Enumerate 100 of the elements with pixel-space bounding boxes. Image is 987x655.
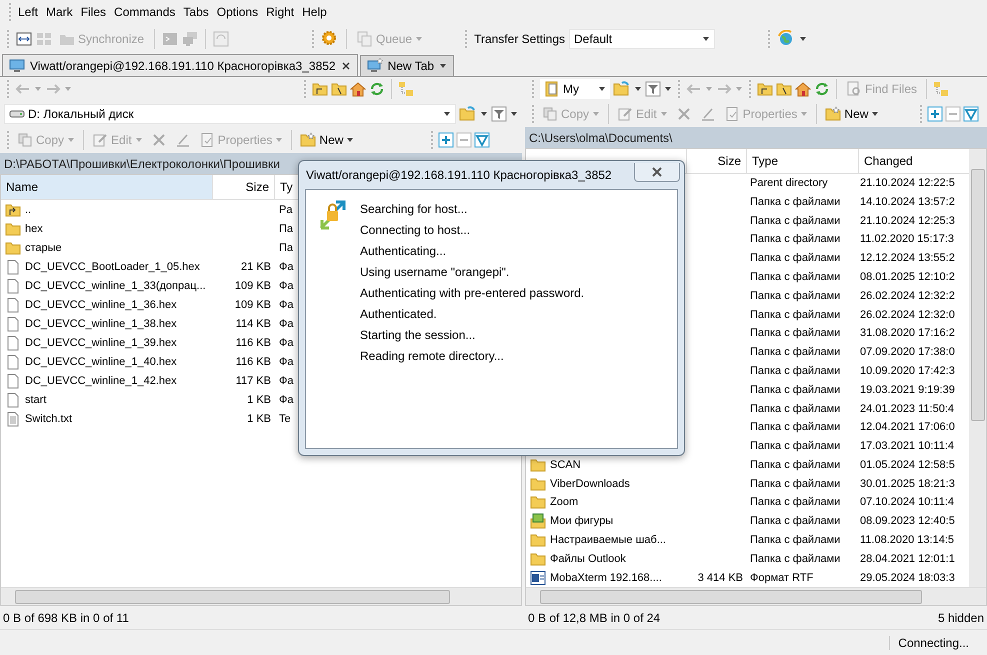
file-size: 3 414 KB [698,572,743,584]
parent-directory-icon[interactable] [312,81,328,97]
file-name[interactable]: Файлы Outlook [530,550,626,567]
file-date: 19.03.2021 9:19:39 [860,384,955,396]
terminal-icon[interactable] [162,31,178,47]
new-button[interactable]: New [822,104,882,124]
root-directory-icon[interactable] [776,81,792,97]
file-name[interactable]: .. [1,202,213,218]
horizontal-scrollbar[interactable] [526,587,986,605]
refresh-icon[interactable] [369,81,385,97]
column-header[interactable]: Name [1,175,213,199]
filter-select-icon[interactable] [963,106,979,122]
unselect-icon[interactable] [945,106,961,122]
menu-item[interactable]: Options [212,5,262,19]
file-name[interactable]: Zoom [530,494,578,510]
new-button[interactable]: New [297,130,358,150]
file-name[interactable]: MobaXterm 192.168.... [530,570,662,586]
home-icon[interactable] [350,81,366,97]
file-name[interactable]: Настраиваемые шаб... [530,532,666,548]
file-date: 28.04.2021 12:01:1 [860,552,955,565]
file-name[interactable]: DC_UEVCC_winline_1_36.hex [1,296,213,312]
tab[interactable]: Viwatt/orangepi@192.168.191.110 Красногорівка3_3852 [2,54,358,76]
file-name[interactable]: DC_UEVCC_winline_1_40.hex [1,354,213,370]
picture-folder-icon [530,513,546,530]
file-type: Фа [279,298,294,310]
column-header[interactable]: Type [747,149,859,173]
home-icon[interactable] [795,81,811,97]
window-refresh-icon[interactable] [213,31,230,47]
menu-item[interactable]: Right [262,5,298,19]
file-name[interactable]: DC_UEVCC_winline_1_38.hex [1,316,213,332]
file-name[interactable]: DC_UEVCC_winline_1_33(допрац... [1,278,213,294]
drive-dropdown[interactable]: D: Локальный диск [4,104,456,124]
new-folder-icon [825,106,842,122]
file-size: 109 KB [234,280,271,292]
location-dropdown[interactable]: My [540,79,610,99]
file-name[interactable]: DC_UEVCC_winline_1_39.hex [1,334,213,350]
filter-icon[interactable] [491,106,507,122]
compare-directories-icon[interactable] [16,31,32,47]
caret-icon[interactable] [799,35,808,43]
file-type: Папка с файлами [750,327,840,340]
file-icon [5,278,21,294]
horizontal-scrollbar[interactable] [1,587,521,605]
edit-icon [617,106,634,122]
document-icon [530,570,546,586]
file-name[interactable]: DC_UEVCC_winline_1_42.hex [1,372,213,388]
file-name[interactable]: старые [1,240,213,256]
file-size: 114 KB [236,318,271,330]
file-type: Папка с файлами [750,515,840,528]
parent-folder-icon [5,202,21,218]
transfer-settings-dropdown[interactable]: Default [569,29,716,49]
file-icon [5,258,21,274]
menu-item[interactable]: Left [14,5,42,19]
file-name[interactable]: Switch.txt [1,410,213,426]
folder-tree-icon[interactable] [933,81,950,97]
menu-item[interactable]: Files [76,5,110,19]
select-icon[interactable] [927,106,943,122]
menu-item[interactable]: Tabs [179,5,213,19]
file-type: Папка с файлами [750,346,840,358]
select-icon[interactable] [438,132,454,148]
file-date: 07.09.2020 17:38:0 [860,346,955,358]
vertical-scrollbar[interactable] [969,149,986,587]
refresh-icon[interactable] [814,81,830,97]
menu-item[interactable]: Help [298,5,331,19]
caret-icon[interactable] [346,136,354,144]
file-type: Папка с файлами [750,402,840,414]
filter-select-icon[interactable] [474,132,490,148]
caret-icon[interactable] [510,110,518,118]
tab[interactable]: New Tab [360,55,454,76]
file-date: 11.02.2020 15:17:3 [860,233,954,246]
file-name[interactable]: ViberDownloads [530,476,630,492]
caret-icon[interactable] [480,110,488,118]
file-name[interactable]: DC_UEVCC_BootLoader_1_05.hex [1,258,213,274]
computers-icon[interactable] [182,31,198,47]
path-bar: C:\Users\olma\Documents\ [525,127,987,148]
file-type: Формат RTF [750,572,814,584]
close-button[interactable] [634,162,680,182]
caret-icon[interactable] [634,85,642,93]
filter-icon[interactable] [645,81,661,97]
file-size: 1 KB [247,412,271,424]
caret-icon[interactable] [664,85,672,93]
file-name[interactable]: Мои фигуры [530,513,614,530]
menu-item[interactable]: Commands [110,5,180,19]
file-type: Parent directory [750,177,828,190]
root-directory-icon[interactable] [331,81,347,97]
close-icon[interactable] [340,60,351,70]
column-header[interactable]: Changed [859,149,969,173]
folder-tree-icon[interactable] [398,81,414,97]
caret-icon [598,85,606,93]
file-name[interactable]: start [1,392,213,408]
caret-icon[interactable] [439,62,448,70]
file-name[interactable]: SCAN [530,456,581,473]
menu-item[interactable]: Mark [42,5,77,19]
file-type: Фа [279,336,294,348]
parent-directory-icon[interactable] [757,81,773,97]
unselect-icon[interactable] [456,132,472,148]
caret-icon[interactable] [871,110,880,118]
file-name[interactable]: hex [1,220,213,236]
file-size: 21 KB [241,260,271,272]
column-header[interactable]: Size [687,149,747,173]
column-header[interactable]: Size [213,175,275,199]
